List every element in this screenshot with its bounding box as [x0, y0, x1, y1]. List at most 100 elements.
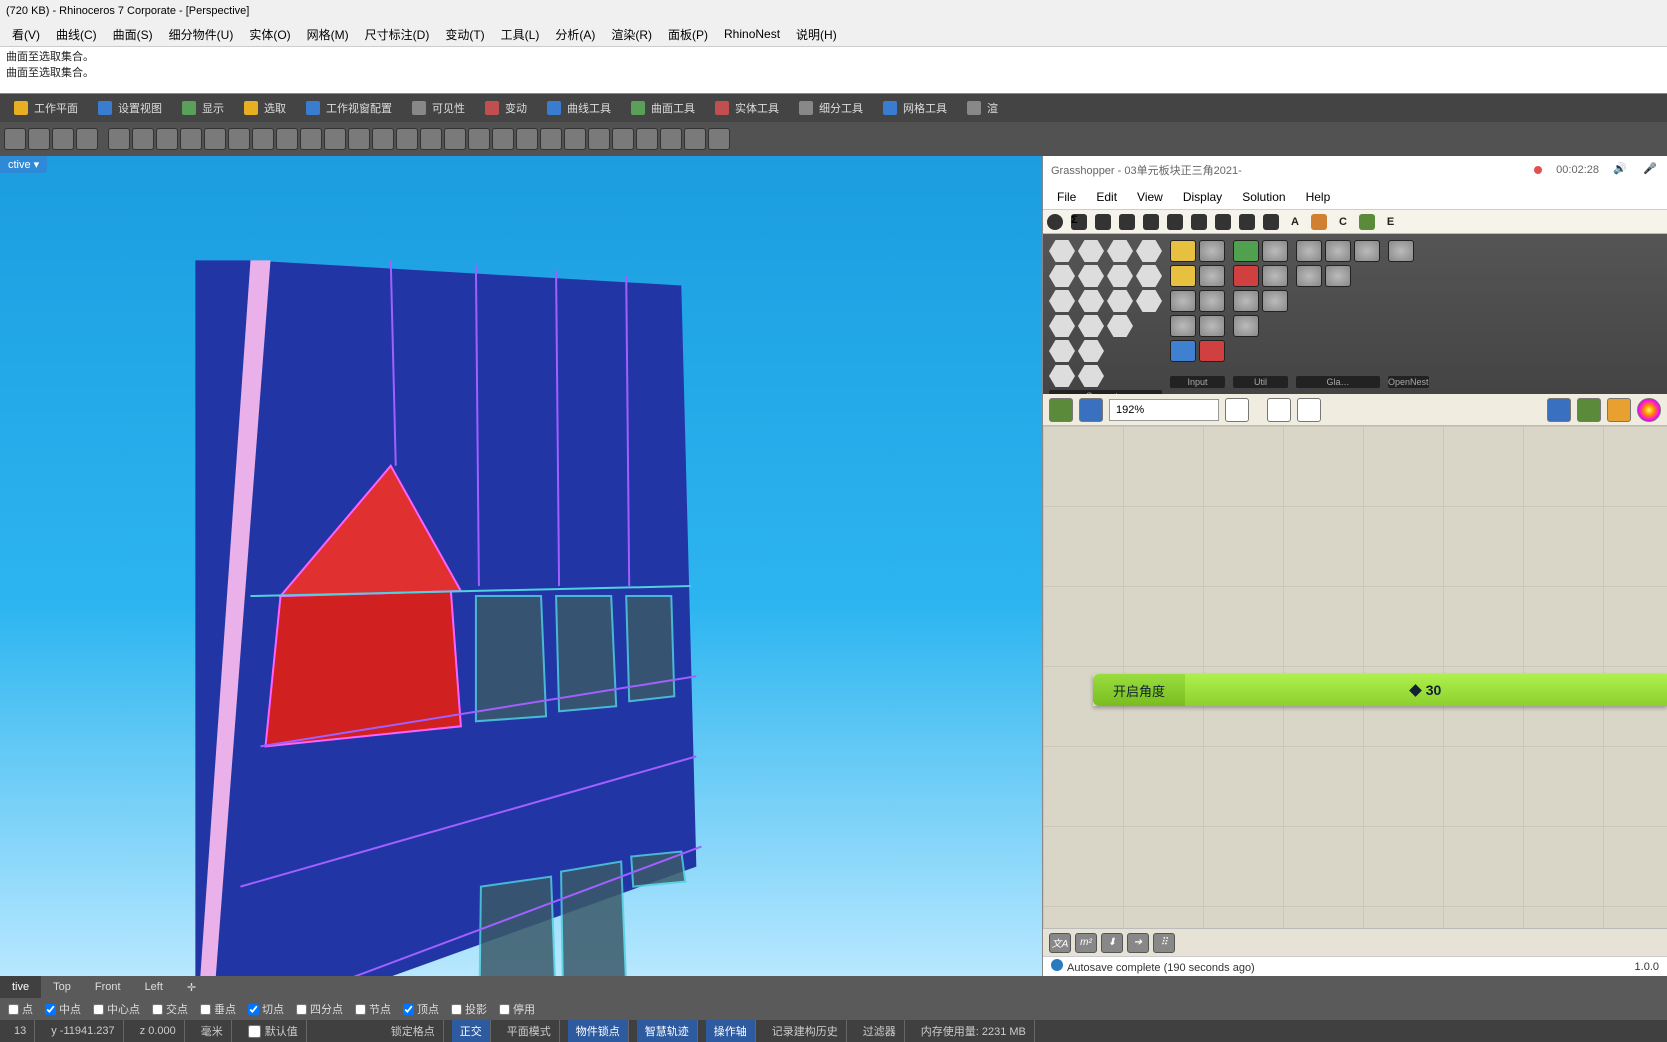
speaker-icon[interactable]: 🔊: [1613, 162, 1629, 178]
gh-menu-item[interactable]: Help: [1296, 190, 1341, 204]
menu-item[interactable]: 工具(L): [493, 26, 548, 43]
component-icon[interactable]: [1233, 240, 1259, 262]
component-icon[interactable]: [1078, 340, 1104, 362]
component-icon[interactable]: [1233, 290, 1259, 312]
pan-icon[interactable]: [156, 128, 178, 150]
rotate-view-icon[interactable]: [252, 128, 274, 150]
zoom-window-icon[interactable]: [228, 128, 250, 150]
new-icon[interactable]: [4, 128, 26, 150]
component-icon[interactable]: [1078, 290, 1104, 312]
menu-item[interactable]: 分析(A): [547, 26, 603, 43]
menu-item[interactable]: 曲面(S): [105, 26, 161, 43]
menu-item[interactable]: 看(V): [4, 26, 48, 43]
menu-item[interactable]: RhinoNest: [716, 27, 788, 41]
translate-icon[interactable]: 文A: [1049, 933, 1071, 953]
arctic-icon[interactable]: [588, 128, 610, 150]
grasshopper-icon[interactable]: [684, 128, 706, 150]
component-icon[interactable]: [1049, 315, 1075, 337]
component-icon[interactable]: [1049, 290, 1075, 312]
menu-item[interactable]: 面板(P): [660, 26, 716, 43]
component-icon[interactable]: [1262, 265, 1288, 287]
raytraced-icon[interactable]: [612, 128, 634, 150]
component-icon[interactable]: [1136, 290, 1162, 312]
osnap-checkbox[interactable]: 交点: [148, 1001, 192, 1017]
component-icon[interactable]: [1199, 315, 1225, 337]
menu-item[interactable]: 渲染(R): [603, 26, 660, 43]
perspective-viewport[interactable]: ctive ▾: [0, 156, 1042, 976]
open-icon[interactable]: [28, 128, 50, 150]
4view-icon[interactable]: [324, 128, 346, 150]
toolbar-tab[interactable]: 渲: [957, 94, 1008, 122]
xray-icon[interactable]: [492, 128, 514, 150]
layer-label[interactable]: 默认值: [240, 1020, 307, 1042]
status-toggle[interactable]: 记录建构历史: [764, 1020, 847, 1042]
component-icon[interactable]: [1170, 315, 1196, 337]
category-letter[interactable]: A: [1287, 216, 1303, 228]
component-icon[interactable]: [1078, 365, 1104, 387]
undo-icon[interactable]: [108, 128, 130, 150]
category-letter[interactable]: E: [1383, 216, 1398, 228]
status-toggle[interactable]: 过滤器: [855, 1020, 905, 1042]
osnap-checkbox[interactable]: 垂点: [196, 1001, 240, 1017]
rendered-icon[interactable]: [444, 128, 466, 150]
wireframe-icon[interactable]: [396, 128, 418, 150]
menu-item[interactable]: 曲线(C): [48, 26, 105, 43]
component-icon[interactable]: [1170, 240, 1196, 262]
component-icon[interactable]: [1296, 240, 1322, 262]
arrow-icon[interactable]: ➔: [1127, 933, 1149, 953]
zoom-fit-icon[interactable]: [1225, 398, 1249, 422]
toolbar-tab[interactable]: 选取: [234, 94, 296, 122]
preview-mesh-icon[interactable]: [1607, 398, 1631, 422]
zoom-sel-icon[interactable]: [276, 128, 298, 150]
artistic-icon[interactable]: [540, 128, 562, 150]
gh-menu-item[interactable]: View: [1127, 190, 1173, 204]
set-view-icon[interactable]: [348, 128, 370, 150]
component-icon[interactable]: [1262, 290, 1288, 312]
component-icon[interactable]: [1078, 240, 1104, 262]
component-icon[interactable]: [1170, 265, 1196, 287]
component-icon[interactable]: [1199, 290, 1225, 312]
component-icon[interactable]: [1049, 365, 1075, 387]
params-tab-icon[interactable]: [1047, 214, 1063, 230]
intersect-tab-icon[interactable]: [1215, 214, 1231, 230]
mesh-tab-icon[interactable]: [1191, 214, 1207, 230]
component-icon[interactable]: [1388, 240, 1414, 262]
component-icon[interactable]: [1107, 240, 1133, 262]
osnap-checkbox[interactable]: 四分点: [292, 1001, 347, 1017]
toolbar-tab[interactable]: 可见性: [402, 94, 475, 122]
gh-menu-item[interactable]: Solution: [1232, 190, 1295, 204]
toolbar-tab[interactable]: 设置视图: [88, 94, 172, 122]
vector-tab-icon[interactable]: [1119, 214, 1135, 230]
save-icon[interactable]: [52, 128, 74, 150]
status-toggle[interactable]: 平面模式: [499, 1020, 560, 1042]
gh-menu-item[interactable]: Edit: [1086, 190, 1127, 204]
toolbar-tab[interactable]: 曲线工具: [537, 94, 621, 122]
component-icon[interactable]: [1136, 240, 1162, 262]
add-view-tab[interactable]: ✛: [175, 976, 208, 998]
cluster-icon[interactable]: [1547, 398, 1571, 422]
surface-tab-icon[interactable]: [1167, 214, 1183, 230]
menu-item[interactable]: 说明(H): [788, 26, 845, 43]
sun-icon[interactable]: [636, 128, 658, 150]
open-file-icon[interactable]: [1049, 398, 1073, 422]
gh-menu-item[interactable]: File: [1047, 190, 1086, 204]
view-tab[interactable]: Left: [133, 976, 175, 998]
status-toggle[interactable]: 物件锁点: [568, 1020, 629, 1042]
toolbar-tab[interactable]: 细分工具: [789, 94, 873, 122]
component-icon[interactable]: [1136, 265, 1162, 287]
status-toggle[interactable]: 智慧轨迹: [637, 1020, 698, 1042]
shaded-icon[interactable]: [420, 128, 442, 150]
print-icon[interactable]: [76, 128, 98, 150]
toolbar-tab[interactable]: 显示: [172, 94, 234, 122]
pen-icon[interactable]: [564, 128, 586, 150]
slider-track[interactable]: 30: [1185, 674, 1667, 706]
curve-tab-icon[interactable]: [1143, 214, 1159, 230]
zoom-icon[interactable]: [180, 128, 202, 150]
menu-item[interactable]: 变动(T): [437, 26, 492, 43]
category-letter[interactable]: C: [1335, 216, 1351, 228]
view-tab[interactable]: Front: [83, 976, 133, 998]
preview-icon[interactable]: [1267, 398, 1291, 422]
component-icon[interactable]: [1296, 265, 1322, 287]
component-icon[interactable]: [1199, 240, 1225, 262]
extra-tab-icon[interactable]: [1311, 214, 1327, 230]
